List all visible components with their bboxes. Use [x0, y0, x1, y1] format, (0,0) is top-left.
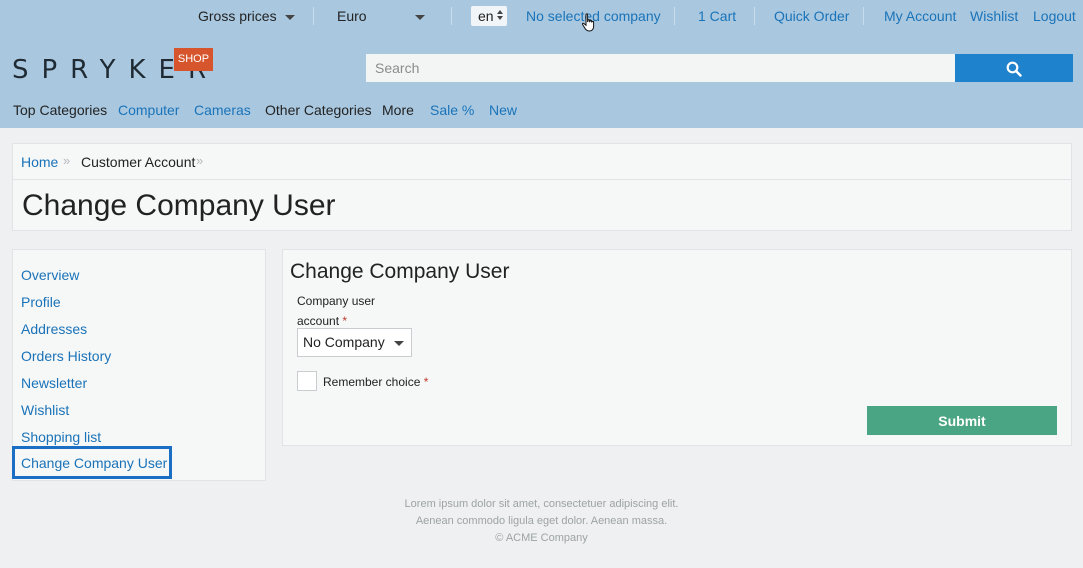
sidebar-item-label: Change Company User — [21, 455, 168, 471]
sidebar-item-profile[interactable]: Profile — [21, 294, 61, 310]
chevron-down-icon — [394, 341, 404, 346]
language-value: en — [478, 8, 494, 24]
currency-dropdown[interactable]: Euro — [337, 7, 425, 25]
divider — [451, 7, 452, 25]
price-mode-dropdown[interactable]: Gross prices — [198, 7, 295, 25]
select-value: No Company — [303, 334, 385, 350]
divider — [674, 7, 675, 25]
sidebar-item-addresses[interactable]: Addresses — [21, 321, 87, 337]
chevron-down-icon — [284, 14, 295, 20]
footer-copyright: © ACME Company — [495, 532, 588, 544]
sidebar-item-shopping-list[interactable]: Shopping list — [21, 429, 101, 445]
company-user-select[interactable]: No Company — [297, 328, 412, 357]
submit-button[interactable]: Submit — [867, 406, 1057, 435]
nav-sale[interactable]: Sale % — [430, 101, 474, 119]
sidebar-item-wishlist[interactable]: Wishlist — [21, 402, 69, 418]
breadcrumb-separator-icon: » — [63, 153, 71, 168]
divider — [863, 7, 864, 25]
currency-label: Euro — [337, 8, 367, 24]
logout-link[interactable]: Logout — [1033, 7, 1076, 25]
nav-more[interactable]: More — [382, 101, 414, 119]
wishlist-link[interactable]: Wishlist — [970, 7, 1018, 25]
label-line: account — [297, 314, 340, 328]
divider — [754, 7, 755, 25]
site-header: Gross prices Euro en No selected company… — [0, 0, 1083, 128]
breadcrumb-separator-icon: » — [196, 153, 204, 168]
quick-order-link[interactable]: Quick Order — [774, 7, 849, 25]
search-button[interactable] — [955, 54, 1073, 82]
nav-other-categories[interactable]: Other Categories — [265, 101, 372, 119]
nav-new[interactable]: New — [489, 101, 517, 119]
remember-choice-checkbox[interactable] — [297, 371, 317, 391]
breadcrumb: Home » Customer Account » — [12, 143, 1072, 179]
nav-cameras[interactable]: Cameras — [194, 101, 251, 119]
cart-link[interactable]: 1 Cart — [698, 7, 736, 25]
footer-text: Aenean commodo ligula eget dolor. Aenean… — [415, 515, 668, 527]
site-footer: Lorem ipsum dolor sit amet, consectetuer… — [0, 496, 1083, 547]
divider — [313, 7, 314, 25]
required-mark: * — [423, 375, 429, 389]
sidebar-item-orders-history[interactable]: Orders History — [21, 348, 111, 364]
spinner-arrows-icon — [497, 9, 504, 23]
language-select[interactable]: en — [471, 6, 507, 26]
form-title: Change Company User — [290, 260, 510, 283]
change-company-user-form: Change Company User Company user account… — [282, 249, 1072, 446]
breadcrumb-home[interactable]: Home — [21, 154, 58, 170]
top-bar: Gross prices Euro en No selected company… — [0, 0, 1083, 32]
page-header: Change Company User — [12, 179, 1072, 231]
search-input[interactable] — [366, 54, 955, 82]
price-mode-label: Gross prices — [198, 8, 277, 24]
label-line: Company user — [297, 294, 376, 308]
required-mark: * — [342, 314, 348, 328]
remember-choice-label: Remember choice * — [323, 375, 428, 389]
company-user-account-label: Company user account * — [297, 291, 387, 331]
hand-cursor-icon — [581, 13, 595, 32]
page-title: Change Company User — [22, 189, 336, 222]
shop-badge: SHOP — [174, 48, 213, 71]
search-icon — [1006, 61, 1022, 77]
sidebar-item-overview[interactable]: Overview — [21, 267, 79, 283]
my-account-link[interactable]: My Account — [884, 7, 956, 25]
breadcrumb-current: Customer Account — [81, 154, 196, 170]
sidebar-item-newsletter[interactable]: Newsletter — [21, 375, 87, 391]
sidebar-item-change-company-user[interactable]: Change Company User — [12, 446, 172, 479]
nav-computer[interactable]: Computer — [118, 101, 179, 119]
chevron-down-icon — [415, 14, 425, 20]
nav-top-categories[interactable]: Top Categories — [13, 101, 107, 119]
footer-text: Lorem ipsum dolor sit amet, consectetuer… — [404, 498, 679, 510]
remember-choice-text: Remember choice — [323, 375, 421, 389]
